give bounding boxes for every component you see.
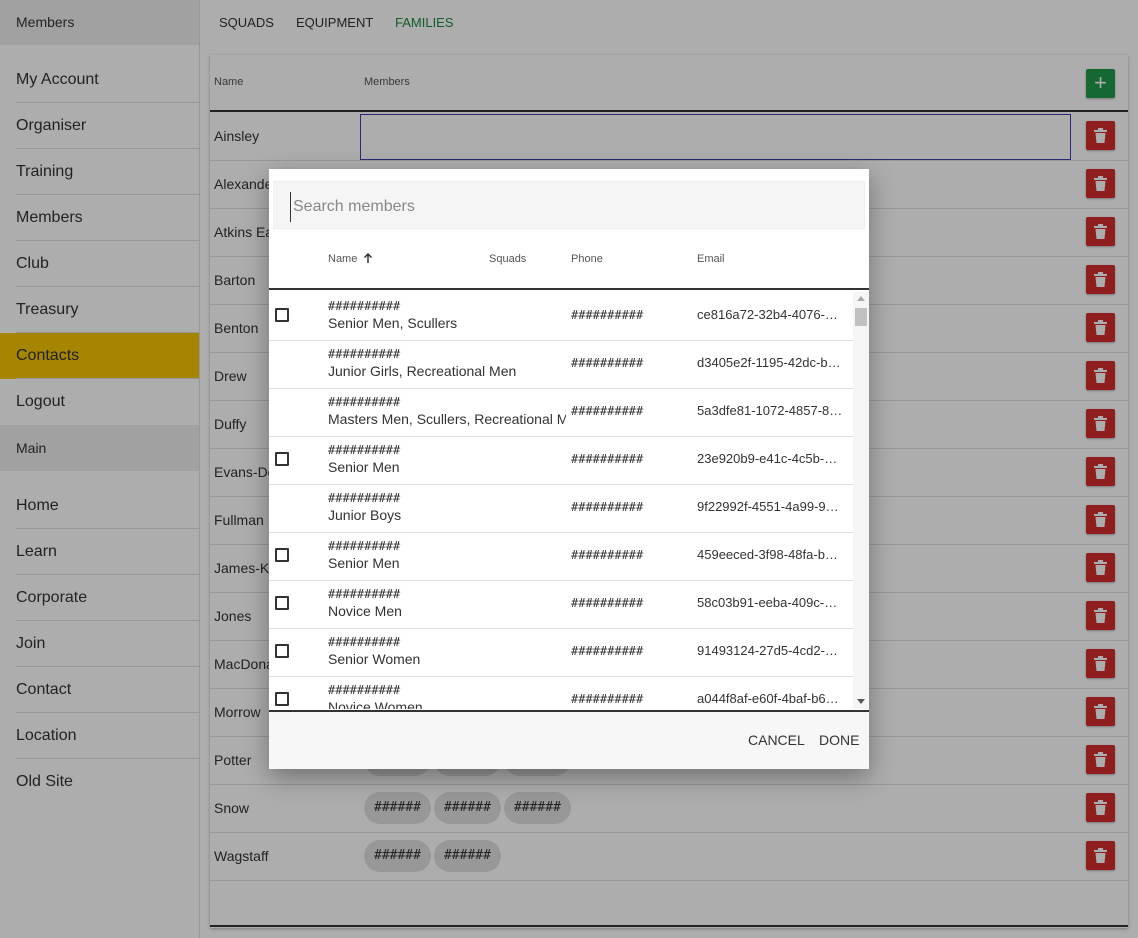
member-row[interactable]: ########## Senior Men ########## 23e920b9-e… — [269, 436, 853, 485]
member-phone: ########## — [571, 404, 644, 418]
member-email: 91493124-27d5-4cd2-… — [697, 643, 838, 658]
member-picker-dialog: Name Squads Phone Email ########## Senior… — [269, 169, 869, 769]
member-email: ce816a72-32b4-4076-… — [697, 307, 838, 322]
column-header-phone[interactable]: Phone — [571, 253, 603, 265]
member-email: 23e920b9-e41c-4c5b-… — [697, 451, 838, 466]
member-list[interactable]: ########## Senior Men, Scullers ##########… — [269, 292, 853, 709]
member-name: ########## — [328, 539, 401, 553]
member-phone: ########## — [571, 596, 644, 610]
member-email: 58c03b91-eeba-409c-… — [697, 595, 838, 610]
member-squads: Junior Boys — [328, 507, 402, 523]
scroll-down-arrow-icon[interactable] — [857, 699, 865, 704]
member-phone: ########## — [571, 356, 644, 370]
column-header-name[interactable]: Name — [328, 252, 373, 265]
member-squads: Masters Men, Scullers, Recreational M — [328, 411, 566, 427]
select-checkbox[interactable] — [275, 644, 289, 658]
scroll-thumb[interactable] — [855, 308, 867, 326]
member-name: ########## — [328, 395, 401, 409]
member-name: ########## — [328, 635, 401, 649]
member-name: ########## — [328, 443, 401, 457]
member-phone: ########## — [571, 692, 644, 706]
select-checkbox[interactable] — [275, 692, 289, 706]
column-header-email[interactable]: Email — [697, 253, 725, 265]
member-row[interactable]: ########## Senior Men, Scullers ##########… — [269, 292, 853, 341]
member-squads: Novice Men — [328, 603, 402, 619]
member-email: 459eeced-3f98-48fa-b… — [697, 547, 838, 562]
member-name: ########## — [328, 299, 401, 313]
select-checkbox[interactable] — [275, 452, 289, 466]
search-box — [273, 181, 865, 229]
select-checkbox[interactable] — [275, 308, 289, 322]
member-squads: Junior Girls, Recreational Men — [328, 363, 517, 379]
member-squads: Senior Men — [328, 555, 400, 571]
member-email: 5a3dfe81-1072-4857-8… — [697, 403, 843, 418]
done-button[interactable]: DONE — [819, 712, 859, 769]
member-row[interactable]: ########## Novice Women ########## a044f8af… — [269, 676, 853, 709]
member-row[interactable]: ########## Masters Men, Scullers, Recreat… — [269, 388, 853, 437]
member-phone: ########## — [571, 644, 644, 658]
select-checkbox[interactable] — [275, 596, 289, 610]
column-header-squads[interactable]: Squads — [489, 253, 526, 265]
scrollbar[interactable] — [853, 292, 869, 709]
member-email: a044f8af-e60f-4baf-b6… — [697, 691, 839, 706]
member-name: ########## — [328, 491, 401, 505]
member-email: 9f22992f-4551-4a99-9… — [697, 499, 839, 514]
member-squads: Senior Women — [328, 651, 421, 667]
member-name: ########## — [328, 683, 401, 697]
member-squads: Senior Men, Scullers — [328, 315, 458, 331]
scroll-up-arrow-icon[interactable] — [857, 296, 865, 301]
member-squads: Novice Women — [328, 699, 423, 709]
member-row[interactable]: ########## Novice Men ########## 58c03b91-e… — [269, 580, 853, 629]
member-squads: Senior Men — [328, 459, 400, 475]
member-phone: ########## — [571, 500, 644, 514]
cancel-button[interactable]: CANCEL — [748, 712, 805, 769]
member-name: ########## — [328, 587, 401, 601]
member-phone: ########## — [571, 308, 644, 322]
member-row[interactable]: ########## Senior Men ########## 459eeced-3… — [269, 532, 853, 581]
select-checkbox[interactable] — [275, 548, 289, 562]
member-phone: ########## — [571, 452, 644, 466]
member-row[interactable]: ########## Junior Boys ########## 9f22992f-… — [269, 484, 853, 533]
member-row[interactable]: ########## Senior Women ########## 91493124… — [269, 628, 853, 677]
member-row[interactable]: ########## Junior Girls, Recreational Men… — [269, 340, 853, 389]
search-members-input[interactable] — [290, 192, 835, 222]
member-name: ########## — [328, 347, 401, 361]
header-divider — [269, 288, 869, 290]
sort-ascending-icon — [364, 252, 373, 263]
dialog-actions: CANCEL DONE — [269, 712, 869, 769]
member-phone: ########## — [571, 548, 644, 562]
member-email: d3405e2f-1195-42dc-b… — [697, 355, 841, 370]
